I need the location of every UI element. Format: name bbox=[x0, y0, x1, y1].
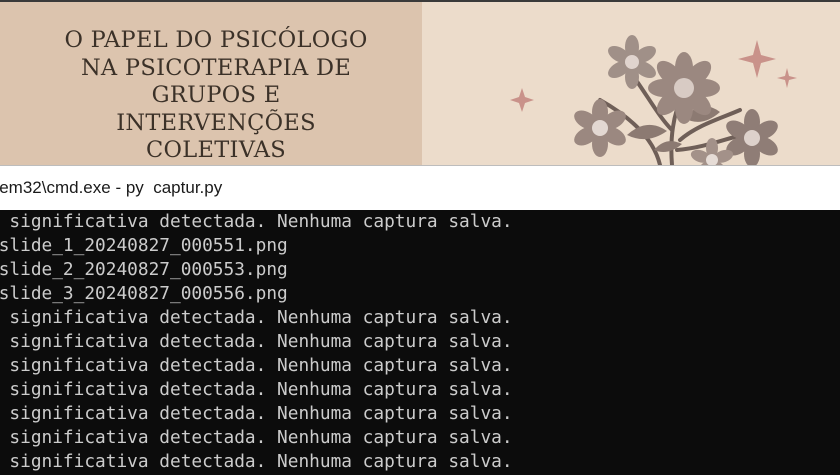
slide-title-line: COLETIVAS bbox=[145, 137, 286, 163]
flower-bottom bbox=[690, 138, 734, 165]
flower-large-center bbox=[648, 52, 720, 124]
slide-title: O PAPEL DO PSICÓLOGO NA PSICOTERAPIA DE … bbox=[22, 27, 410, 165]
console-line: slide_2_20240827_000553.png bbox=[0, 259, 288, 280]
flower-top bbox=[608, 35, 656, 89]
console-line: o significativa detectada. Nenhuma captu… bbox=[0, 355, 513, 376]
slide-title-line: NA PSICOTERAPIA DE bbox=[80, 54, 352, 81]
floral-illustration bbox=[510, 35, 797, 165]
console-line: o significativa detectada. Nenhuma captu… bbox=[0, 451, 513, 472]
console-line: slide_1_20240827_000551.png bbox=[0, 235, 288, 256]
console-line: o significativa detectada. Nenhuma captu… bbox=[0, 403, 513, 424]
slide-title-line: GRUPOS E bbox=[151, 82, 281, 108]
console-line: o significativa detectada. Nenhuma captu… bbox=[0, 211, 513, 232]
console-line: o significativa detectada. Nenhuma captu… bbox=[0, 379, 513, 400]
window-title: stem32\cmd.exe - py captur.py bbox=[0, 178, 223, 197]
presentation-slide: O PAPEL DO PSICÓLOGO NA PSICOTERAPIA DE … bbox=[0, 0, 840, 165]
console-line: o significativa detectada. Nenhuma captu… bbox=[0, 307, 513, 328]
flower-left bbox=[574, 99, 626, 157]
console-line: o significativa detectada. Nenhuma captu… bbox=[0, 427, 513, 448]
console-line: o significativa detectada. Nenhuma captu… bbox=[0, 331, 513, 352]
console-output[interactable]: o significativa detectada. Nenhuma captu… bbox=[0, 210, 840, 475]
slide-title-line: INTERVENÇÕES bbox=[116, 109, 316, 136]
slide-title-line: O PAPEL DO PSICÓLOGO bbox=[64, 27, 368, 53]
console-window-titlebar[interactable]: stem32\cmd.exe - py captur.py bbox=[0, 165, 840, 210]
console-line: slide_3_20240827_000556.png bbox=[0, 283, 288, 304]
